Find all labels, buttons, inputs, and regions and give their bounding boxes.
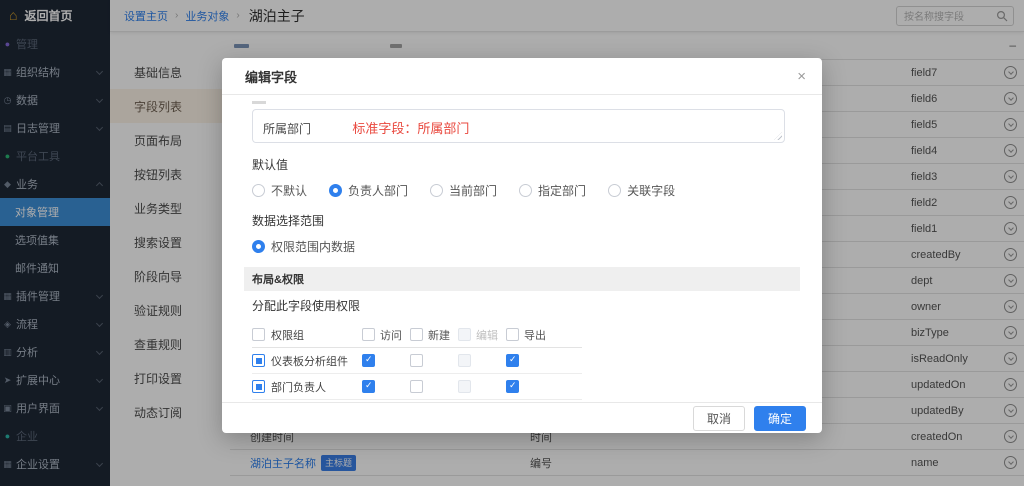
permission-row-name: 部门负责人 [252,379,362,395]
permission-cell [458,380,506,393]
layout-permission-bar: 布局&权限 [244,267,800,291]
ok-button[interactable]: 确定 [754,406,806,431]
default-value-label: 默认值 [252,156,792,173]
permission-checkbox[interactable] [362,354,375,367]
radio-unselected-icon [430,184,443,197]
data-scope-label: 数据选择范围 [252,212,792,229]
radio-selected-icon [252,240,265,253]
permission-table: 权限组访问新建编辑导出仪表板分析组件部门负责人员工部门管理员 [252,322,582,402]
permission-header-row: 权限组 访问 新建 编辑 导出 [252,322,582,348]
permission-column-导出: 导出 [506,327,554,343]
default-value-option-label: 指定部门 [538,182,586,199]
modal-footer: 取消 确定 [222,402,822,433]
permission-cell [506,354,554,367]
permission-row: 部门负责人 [252,374,582,400]
column-checkbox[interactable] [506,328,519,341]
permission-row-label: 仪表板分析组件 [271,353,348,369]
row-indeterminate-checkbox[interactable] [252,354,265,367]
default-value-option-label: 不默认 [271,182,307,199]
data-scope-option-label: 权限范围内数据 [271,238,355,255]
scrolled-label-remnant [252,101,266,104]
permission-checkbox [458,354,471,367]
modal-header: 编辑字段 × [222,58,822,95]
permission-row-label: 部门负责人 [271,379,326,395]
permission-group-column: 权限组 [252,327,362,343]
permission-cell [410,354,458,367]
column-checkbox[interactable] [410,328,423,341]
default-value-option-label: 负责人部门 [348,182,408,199]
permission-column-label: 导出 [524,327,546,343]
radio-unselected-icon [252,184,265,197]
edit-field-modal: 编辑字段 × 所属部门 标准字段：所属部门 默认值 不默认 负责人部门 当前部门 指定… [222,58,822,433]
default-value-option[interactable]: 不默认 [252,182,307,199]
permission-cell [458,354,506,367]
permission-group-label: 权限组 [271,327,304,343]
row-indeterminate-checkbox[interactable] [252,380,265,393]
close-icon[interactable]: × [797,69,806,84]
default-value-option[interactable]: 负责人部门 [329,182,408,199]
permission-cell [410,380,458,393]
permission-column-label: 编辑 [476,327,498,343]
permission-row: 员工 [252,400,582,402]
default-value-option[interactable]: 指定部门 [519,182,586,199]
permission-cell [506,380,554,393]
select-all-checkbox[interactable] [252,328,265,341]
app-root: ⌂ 返回首页 ●管理▦组织结构◷数据▤日志管理●平台工具◆业务对象管理选项值集邮… [0,0,1024,486]
permission-column-访问: 访问 [362,327,410,343]
data-scope-options: 权限范围内数据 [252,238,792,255]
column-checkbox[interactable] [362,328,375,341]
permission-column-编辑: 编辑 [458,327,506,343]
modal-body: 所属部门 标准字段：所属部门 默认值 不默认负责人部门当前部门指定部门关联字段 … [222,95,822,402]
default-value-option-label: 当前部门 [449,182,497,199]
radio-unselected-icon [519,184,532,197]
field-name-input[interactable]: 所属部门 标准字段：所属部门 [252,109,785,143]
default-value-option[interactable]: 关联字段 [608,182,675,199]
permission-checkbox[interactable] [410,354,423,367]
permission-checkbox[interactable] [410,380,423,393]
permission-row-name: 仪表板分析组件 [252,353,362,369]
field-name-value: 所属部门 [263,122,311,136]
default-value-option[interactable]: 当前部门 [430,182,497,199]
permission-cell [362,354,410,367]
data-scope-option[interactable]: 权限范围内数据 [252,238,355,255]
radio-selected-icon [329,184,342,197]
column-checkbox [458,328,471,341]
permission-column-label: 访问 [380,327,402,343]
permission-checkbox[interactable] [506,354,519,367]
default-value-options: 不默认 负责人部门 当前部门 指定部门 关联字段 [252,182,792,199]
permission-cell [362,380,410,393]
permission-column-label: 新建 [428,327,450,343]
permission-checkbox[interactable] [506,380,519,393]
modal-title: 编辑字段 [245,67,297,86]
default-value-option-label: 关联字段 [627,182,675,199]
permission-row: 仪表板分析组件 [252,348,582,374]
permission-column-新建: 新建 [410,327,458,343]
radio-unselected-icon [608,184,621,197]
permission-checkbox[interactable] [362,380,375,393]
permission-subtitle: 分配此字段使用权限 [252,297,792,314]
cancel-button[interactable]: 取消 [693,406,745,431]
standard-field-annotation: 标准字段：所属部门 [352,121,469,136]
permission-checkbox [458,380,471,393]
